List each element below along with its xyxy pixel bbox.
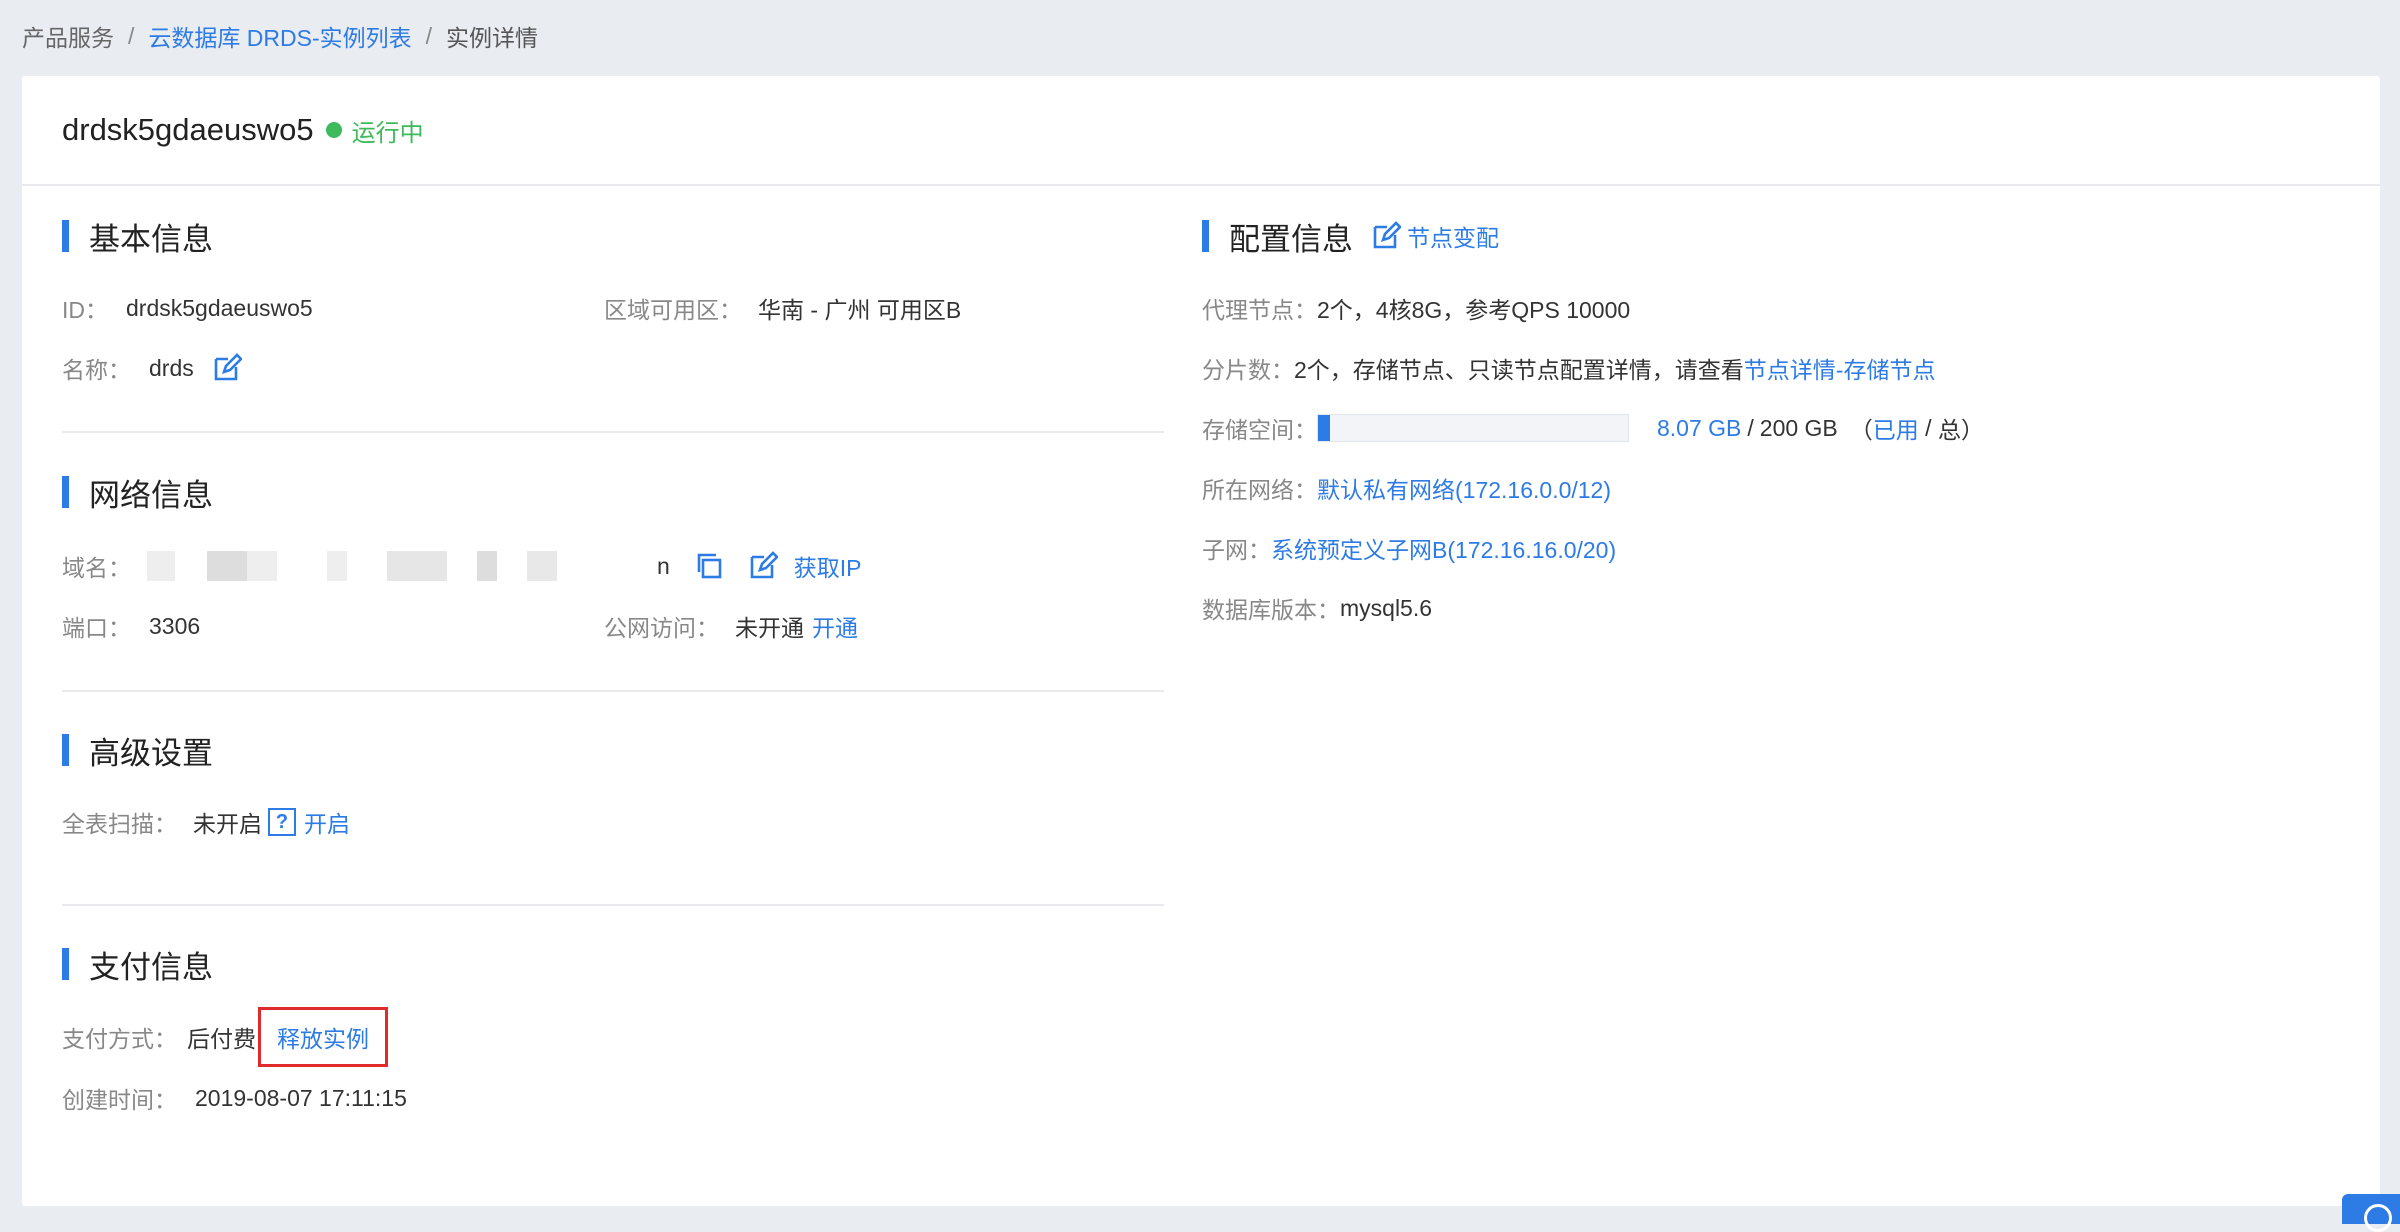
divider (62, 904, 1164, 906)
advanced-scan-row: 全表扫描： 未开启 ? 开启 (62, 804, 350, 840)
domain-value-redacted (137, 551, 657, 581)
floating-help-button[interactable] (2342, 1194, 2400, 1232)
config-network-row: 所在网络： 默认私有网络(172.16.0.0/12) (1202, 470, 1611, 506)
db-version-label: 数据库版本： (1202, 597, 1340, 623)
storage-slash: / (1747, 414, 1754, 441)
payment-method-label: 支付方式： (62, 1026, 177, 1052)
node-change-label: 节点变配 (1407, 225, 1499, 251)
storage-legend-sep: / (1918, 414, 1938, 441)
copy-icon[interactable] (694, 551, 724, 581)
config-subnet-row: 子网： 系统预定义子网B(172.16.16.0/20) (1202, 530, 1616, 566)
section-payment: 支付信息 (62, 944, 213, 985)
config-proxy-row: 代理节点： 2个，4核8G，参考QPS 10000 (1202, 290, 1630, 326)
basic-id-row: ID： drdsk5gdaeuswo5 (62, 290, 313, 326)
edit-domain-icon[interactable] (748, 551, 778, 581)
storage-total-value: 200 GB (1759, 414, 1838, 441)
breadcrumb-current: 实例详情 (446, 25, 539, 51)
proxy-node-value: 2个，4核8G，参考QPS 10000 (1317, 297, 1631, 323)
edit-name-icon[interactable] (212, 353, 242, 383)
subnet-link[interactable]: 系统预定义子网B(172.16.16.0/20) (1271, 531, 1616, 565)
section-title-basic: 基本信息 (89, 221, 213, 257)
status-dot-icon (325, 122, 342, 138)
help-icon[interactable]: ? (268, 808, 296, 836)
section-marker (1202, 220, 1209, 252)
section-title-advanced: 高级设置 (89, 735, 213, 771)
name-value: drds (149, 354, 194, 381)
get-ip-link[interactable]: 获取IP (794, 549, 862, 583)
payment-method-value: 后付费 (187, 1026, 256, 1052)
instance-name: drdsk5gdaeuswo5 (62, 112, 314, 147)
section-marker (62, 948, 69, 980)
edit-icon (1373, 221, 1401, 249)
instance-detail-card: drdsk5gdaeuswo5 运行中 基本信息 ID： drdsk5gdaeu… (22, 76, 2380, 1206)
basic-name-row: 名称： drds (62, 350, 242, 386)
section-basic: 基本信息 (62, 216, 213, 257)
breadcrumb: 产品服务 / 云数据库 DRDS-实例列表 / 实例详情 (22, 18, 538, 54)
shard-detail-link[interactable]: 节点详情-存储节点 (1744, 351, 1936, 385)
enable-full-scan-link[interactable]: 开启 (304, 805, 350, 839)
section-marker (62, 476, 69, 508)
section-title-config: 配置信息 (1229, 221, 1353, 257)
breadcrumb-separator: / (425, 22, 433, 49)
section-advanced: 高级设置 (62, 730, 213, 771)
release-instance-link[interactable]: 释放实例 (277, 1026, 369, 1052)
config-storage-row: 存储空间： 8.07 GB / 200 GB （ 已用 / 总） (1202, 410, 1984, 446)
basic-zone-row: 区域可用区： 华南 - 广州 可用区B (604, 290, 961, 326)
divider (62, 690, 1164, 692)
section-network: 网络信息 (62, 472, 213, 513)
public-access-label: 公网访问： (604, 615, 719, 641)
proxy-node-label: 代理节点： (1202, 297, 1317, 323)
storage-used-value: 8.07 GB (1657, 414, 1742, 441)
payment-method-row: 支付方式： 后付费 释放实例 (62, 1002, 388, 1072)
section-marker (62, 734, 69, 766)
divider (62, 431, 1164, 433)
breadcrumb-instance-list[interactable]: 云数据库 DRDS-实例列表 (148, 19, 411, 53)
storage-label: 存储空间： (1202, 417, 1317, 443)
created-time-value: 2019-08-07 17:11:15 (195, 1084, 407, 1111)
zone-label: 区域可用区： (604, 297, 742, 323)
breadcrumb-products[interactable]: 产品服务 (22, 19, 114, 53)
network-domain-row: 域名： n 获取IP (62, 548, 862, 584)
shard-label: 分片数： (1202, 357, 1294, 383)
port-label: 端口： (62, 615, 131, 641)
vpc-label: 所在网络： (1202, 477, 1317, 503)
release-instance-highlight: 释放实例 (258, 1007, 388, 1067)
vpc-link[interactable]: 默认私有网络(172.16.0.0/12) (1317, 471, 1611, 505)
config-shard-row: 分片数： 2个，存储节点、只读节点配置详情，请查看 节点详情-存储节点 (1202, 350, 1935, 386)
name-label: 名称： (62, 357, 131, 383)
network-public-row: 公网访问： 未开通 开通 (604, 608, 858, 644)
node-change-button[interactable]: 节点变配 (1371, 219, 1499, 253)
section-title-network: 网络信息 (89, 477, 213, 513)
public-access-value: 未开通 (735, 615, 804, 641)
storage-progress-fill (1318, 415, 1331, 441)
zone-value: 华南 - 广州 可用区B (758, 297, 962, 323)
storage-legend-used: 已用 (1872, 417, 1919, 443)
status-badge: 运行中 (351, 119, 424, 147)
enable-public-link[interactable]: 开通 (812, 609, 858, 643)
id-value: drdsk5gdaeuswo5 (126, 294, 313, 321)
config-db-row: 数据库版本： mysql5.6 (1202, 590, 1432, 626)
section-config: 配置信息 节点变配 (1202, 216, 1499, 257)
subnet-label: 子网： (1202, 537, 1271, 563)
network-port-row: 端口： 3306 (62, 608, 200, 644)
created-time-label: 创建时间： (62, 1087, 177, 1113)
section-marker (62, 220, 69, 252)
id-label: ID： (62, 297, 108, 323)
storage-legend-total: 总） (1937, 417, 1984, 443)
payment-created-row: 创建时间： 2019-08-07 17:11:15 (62, 1080, 407, 1116)
full-scan-value: 未开启 (193, 811, 262, 837)
instance-header: drdsk5gdaeuswo5 运行中 (22, 76, 2380, 186)
storage-legend-open: （ (1849, 417, 1873, 443)
port-value: 3306 (149, 612, 201, 639)
shard-value: 2个，存储节点、只读节点配置详情，请查看 (1294, 357, 1744, 383)
full-scan-label: 全表扫描： (62, 811, 177, 837)
domain-label: 域名： (62, 555, 131, 581)
domain-tail: n (657, 552, 670, 579)
breadcrumb-separator: / (128, 22, 135, 49)
section-title-payment: 支付信息 (89, 949, 213, 985)
storage-progress-bar (1317, 414, 1629, 442)
db-version-value: mysql5.6 (1340, 594, 1433, 621)
